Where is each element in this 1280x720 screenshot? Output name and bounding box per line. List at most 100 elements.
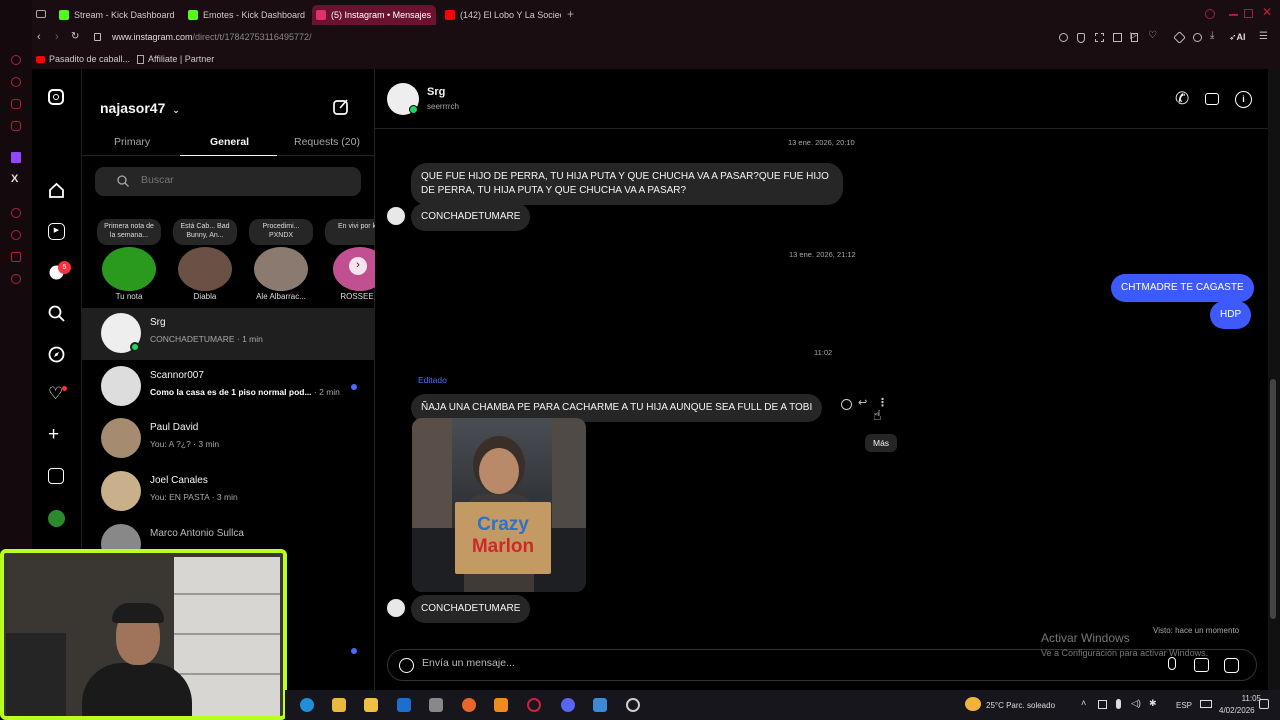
notifications-icon[interactable]: ♡ [48, 385, 63, 402]
scroll-thumb[interactable] [1270, 379, 1276, 619]
message-image[interactable]: Crazy Marlon [412, 418, 586, 592]
message-input[interactable] [422, 657, 1122, 669]
extensions-icon[interactable] [1173, 31, 1186, 44]
menu-icon[interactable]: ☰ [1259, 31, 1268, 42]
messenger-icon[interactable] [11, 99, 21, 109]
profile-avatar[interactable] [48, 510, 65, 527]
message-sent[interactable]: CHTMADRE TE CAGASTE [1111, 274, 1254, 302]
tab-kick-emotes[interactable]: Emotes - Kick Dashboard [184, 5, 306, 25]
tab-primary[interactable]: Primary [114, 136, 150, 148]
weather-text[interactable]: 25°C Parc. soleado [986, 701, 1055, 710]
note-item[interactable]: Primera nota de la semana... Tu nota [97, 219, 161, 301]
sticker-icon[interactable] [1224, 658, 1239, 673]
maximize-button[interactable] [1244, 9, 1253, 18]
close-window-button[interactable]: ✕ [1262, 5, 1272, 19]
new-tab-button[interactable]: + [567, 7, 574, 21]
video-call-icon[interactable] [1205, 93, 1219, 105]
notes-next-button[interactable]: › [349, 257, 367, 275]
bookmark-pasadito[interactable]: Pasadito de caball... [36, 54, 130, 64]
vlc-icon[interactable] [494, 698, 508, 712]
bluetooth-icon[interactable]: ✱ [1149, 698, 1157, 709]
emoji-icon[interactable] [399, 658, 414, 673]
thread-srg[interactable]: Srg CONCHADETUMARE · 1 min [82, 308, 375, 360]
instagram-sidebar-icon[interactable] [11, 121, 21, 131]
tray-chevron-icon[interactable]: ˄ [1081, 698, 1086, 708]
snapshot-icon[interactable] [1095, 33, 1104, 42]
message-sent[interactable]: HDP [1210, 301, 1252, 329]
message-received[interactable]: QUE FUE HIJO DE PERRA, TU HIJA PUTA Y QU… [411, 163, 843, 205]
forward-icon[interactable]: › [55, 31, 59, 43]
adblock-icon[interactable] [1113, 33, 1122, 42]
microphone-icon[interactable] [1168, 657, 1176, 670]
firefox-icon[interactable] [462, 698, 476, 712]
bookmark-affiliate[interactable]: Affiliate | Partner [137, 54, 214, 64]
search-input[interactable] [141, 174, 341, 186]
search-box[interactable] [95, 167, 361, 196]
app-icon[interactable] [429, 698, 443, 712]
reload-icon[interactable]: ↻ [71, 31, 79, 42]
url-field[interactable]: www.instagram.com/direct/t/1784275311649… [112, 32, 311, 42]
image-upload-icon[interactable] [1194, 658, 1209, 672]
speaker-icon[interactable]: ◁) [1131, 698, 1141, 709]
tab-grid-icon[interactable] [36, 10, 46, 18]
tab-youtube[interactable]: (142) El Lobo Y La Socieda [441, 5, 561, 25]
discord-icon[interactable] [561, 698, 575, 712]
settings-icon[interactable] [11, 274, 21, 284]
back-icon[interactable]: ‹ [37, 31, 41, 43]
dashboard-icon[interactable] [48, 468, 64, 484]
edge-icon[interactable] [300, 698, 314, 712]
tab-requests[interactable]: Requests (20) [294, 136, 360, 148]
minimize-button[interactable] [1229, 14, 1238, 16]
account-switcher[interactable]: najasor47 ⌄ [100, 100, 180, 116]
note-item[interactable]: Procedimi... PXNDX Ale Albarrac... [249, 219, 313, 301]
clock-date[interactable]: 4/02/2026 [1219, 706, 1255, 715]
account-icon[interactable] [1193, 33, 1202, 42]
file-explorer-icon[interactable] [332, 698, 346, 712]
play-icon[interactable]: ▷ [1130, 30, 1137, 41]
aria-ai-button[interactable]: ➶AI [1229, 32, 1246, 43]
app-icon[interactable] [593, 698, 607, 712]
message-received[interactable]: CONCHADETUMARE [411, 203, 531, 231]
clock-time[interactable]: 11:05 [1227, 694, 1261, 703]
tab-instagram[interactable]: (5) Instagram • Mensajes [312, 5, 436, 25]
x-icon[interactable]: X [11, 173, 18, 185]
create-icon[interactable]: + [48, 425, 59, 444]
search-icon[interactable] [48, 305, 65, 322]
thread-paul-david[interactable]: Paul David You: A ?¿? · 3 min [82, 413, 375, 465]
instagram-logo-icon[interactable] [48, 89, 64, 105]
opera-taskbar-icon[interactable] [527, 698, 541, 712]
player-icon[interactable] [11, 208, 21, 218]
store-icon[interactable] [364, 698, 378, 712]
thread-scannor007[interactable]: Scannor007 Como la casa es de 1 piso nor… [82, 361, 375, 413]
message-received[interactable]: CONCHADETUMARE [411, 595, 531, 623]
new-message-icon[interactable] [332, 98, 350, 116]
twitch-icon[interactable] [11, 152, 21, 163]
reply-icon[interactable]: ↩ [858, 396, 867, 409]
language-indicator[interactable]: ESP [1176, 701, 1192, 710]
vpn-icon[interactable] [11, 77, 21, 87]
bookmarks-icon[interactable] [11, 252, 21, 262]
react-icon[interactable] [841, 399, 852, 410]
phone-icon[interactable]: ✆ [1175, 90, 1189, 107]
outlook-icon[interactable] [397, 698, 411, 712]
note-item[interactable]: Está Cab... Bad Bunny, An... Diabla [173, 219, 237, 301]
chat-scrollbar[interactable] [1268, 69, 1280, 690]
reels-icon[interactable]: ▶ [48, 223, 65, 240]
home-icon[interactable] [48, 182, 65, 199]
explore-icon[interactable] [48, 346, 65, 363]
tab-general[interactable]: General [210, 136, 249, 148]
weather-icon[interactable] [965, 697, 981, 711]
heart-icon[interactable]: ♡ [1148, 30, 1157, 41]
info-icon[interactable]: i [1235, 91, 1252, 108]
microphone-tray-icon[interactable] [1116, 699, 1121, 709]
obs-icon[interactable] [626, 698, 640, 712]
zoom-icon[interactable] [1059, 33, 1068, 42]
thread-joel-canales[interactable]: Joel Canales You: EN PASTA · 3 min [82, 466, 375, 518]
network-icon[interactable] [1098, 700, 1107, 709]
download-icon[interactable]: ⤓ [1210, 30, 1214, 41]
battery-icon[interactable] [1200, 700, 1212, 708]
search-tabs-icon[interactable] [1205, 9, 1215, 19]
chat-contact-name[interactable]: Srg [427, 86, 445, 98]
pin-icon[interactable] [1077, 33, 1085, 43]
history-icon[interactable] [11, 230, 21, 240]
